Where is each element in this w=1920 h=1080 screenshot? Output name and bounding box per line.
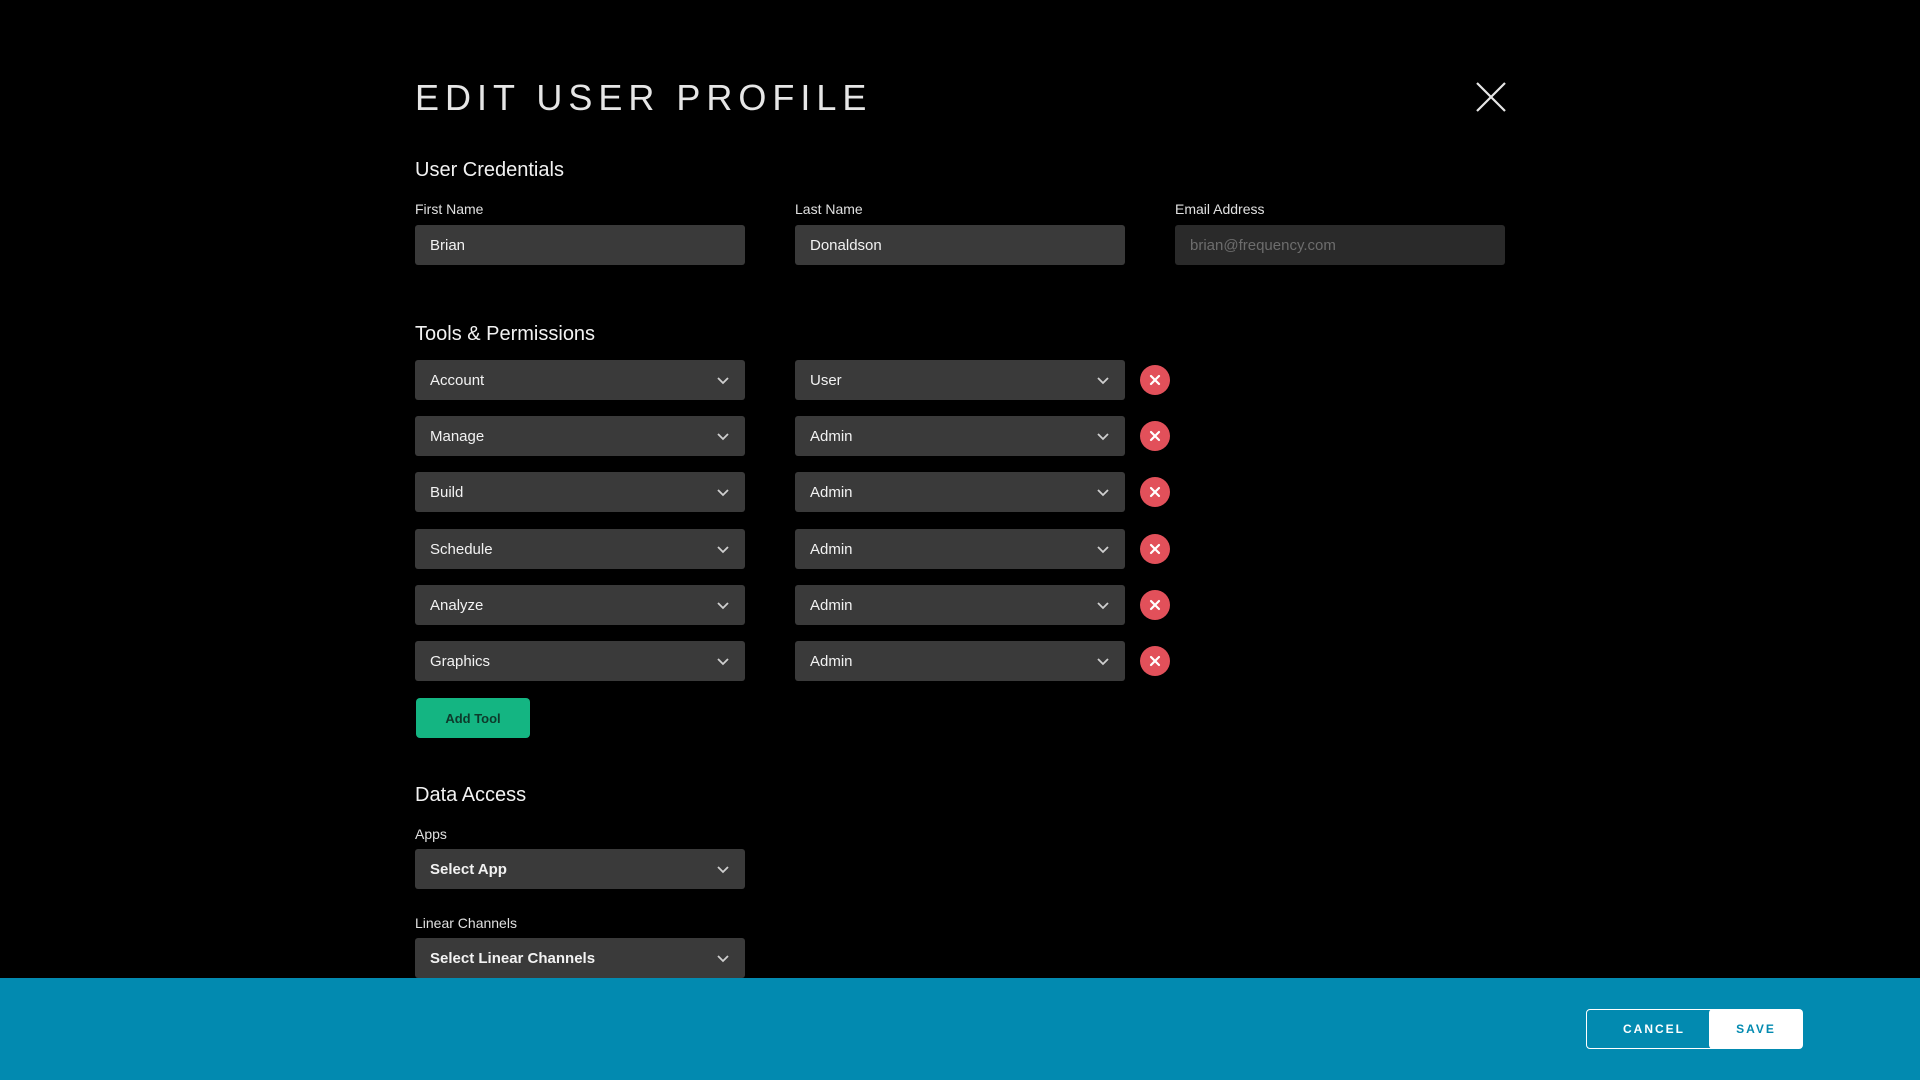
chevron-down-icon bbox=[717, 377, 729, 385]
remove-tool-button[interactable] bbox=[1140, 365, 1170, 395]
linear-channels-select[interactable]: Select Linear Channels bbox=[415, 938, 745, 978]
tool-select-value: Schedule bbox=[430, 540, 493, 558]
tool-select-value: Manage bbox=[430, 427, 485, 445]
tools-heading: Tools & Permissions bbox=[415, 323, 596, 345]
close-button[interactable] bbox=[1474, 80, 1508, 114]
tool-select[interactable]: Schedule bbox=[415, 529, 745, 569]
linear-channels-select-value: Select Linear Channels bbox=[430, 949, 596, 967]
role-select[interactable]: Admin bbox=[795, 416, 1125, 456]
role-select-value: Admin bbox=[810, 596, 853, 614]
remove-tool-button[interactable] bbox=[1140, 590, 1170, 620]
tool-select-value: Build bbox=[430, 483, 464, 501]
credentials-heading: User Credentials bbox=[415, 159, 564, 181]
close-icon bbox=[1149, 655, 1161, 667]
close-icon bbox=[1476, 82, 1506, 112]
chevron-down-icon bbox=[1097, 546, 1109, 554]
chevron-down-icon bbox=[1097, 602, 1109, 610]
apps-select-value: Select App bbox=[430, 860, 507, 878]
chevron-down-icon bbox=[717, 955, 729, 963]
remove-tool-button[interactable] bbox=[1140, 646, 1170, 676]
tool-select-value: Graphics bbox=[430, 652, 491, 670]
first-name-input[interactable] bbox=[415, 225, 745, 265]
chevron-down-icon bbox=[717, 433, 729, 441]
first-name-label: First Name bbox=[415, 201, 484, 217]
role-select-value: Admin bbox=[810, 652, 853, 670]
role-select-value: User bbox=[810, 371, 842, 389]
edit-user-profile-page: EDIT USER PROFILE User Credentials First… bbox=[0, 0, 1920, 1080]
role-select[interactable]: User bbox=[795, 360, 1125, 400]
role-select-value: Admin bbox=[810, 427, 853, 445]
role-select[interactable]: Admin bbox=[795, 641, 1125, 681]
role-select-value: Admin bbox=[810, 483, 853, 501]
data-access-heading: Data Access bbox=[415, 784, 527, 806]
tool-select[interactable]: Graphics bbox=[415, 641, 745, 681]
tool-select-value: Account bbox=[430, 371, 485, 389]
add-tool-button[interactable]: Add Tool bbox=[416, 698, 530, 738]
apps-label: Apps bbox=[415, 826, 447, 842]
close-icon bbox=[1149, 430, 1161, 442]
role-select[interactable]: Admin bbox=[795, 472, 1125, 512]
chevron-down-icon bbox=[1097, 377, 1109, 385]
remove-tool-button[interactable] bbox=[1140, 477, 1170, 507]
remove-tool-button[interactable] bbox=[1140, 534, 1170, 564]
save-button[interactable]: SAVE bbox=[1709, 1009, 1803, 1049]
chevron-down-icon bbox=[1097, 433, 1109, 441]
chevron-down-icon bbox=[717, 658, 729, 666]
tool-select[interactable]: Build bbox=[415, 472, 745, 512]
tool-select[interactable]: Manage bbox=[415, 416, 745, 456]
role-select[interactable]: Admin bbox=[795, 585, 1125, 625]
last-name-label: Last Name bbox=[795, 201, 863, 217]
tool-select[interactable]: Analyze bbox=[415, 585, 745, 625]
remove-tool-button[interactable] bbox=[1140, 421, 1170, 451]
chevron-down-icon bbox=[717, 546, 729, 554]
chevron-down-icon bbox=[717, 489, 729, 497]
chevron-down-icon bbox=[717, 602, 729, 610]
role-select-value: Admin bbox=[810, 540, 853, 558]
last-name-input[interactable] bbox=[795, 225, 1125, 265]
role-select[interactable]: Admin bbox=[795, 529, 1125, 569]
close-icon bbox=[1149, 543, 1161, 555]
tool-select[interactable]: Account bbox=[415, 360, 745, 400]
cancel-button[interactable]: CANCEL bbox=[1586, 1009, 1722, 1049]
close-icon bbox=[1149, 374, 1161, 386]
chevron-down-icon bbox=[1097, 489, 1109, 497]
email-input[interactable] bbox=[1175, 225, 1505, 265]
page-title: EDIT USER PROFILE bbox=[415, 77, 873, 118]
tool-select-value: Analyze bbox=[430, 596, 484, 614]
close-icon bbox=[1149, 599, 1161, 611]
chevron-down-icon bbox=[1097, 658, 1109, 666]
close-icon bbox=[1149, 486, 1161, 498]
linear-channels-label: Linear Channels bbox=[415, 915, 517, 931]
apps-select[interactable]: Select App bbox=[415, 849, 745, 889]
email-label: Email Address bbox=[1175, 201, 1265, 217]
chevron-down-icon bbox=[717, 866, 729, 874]
